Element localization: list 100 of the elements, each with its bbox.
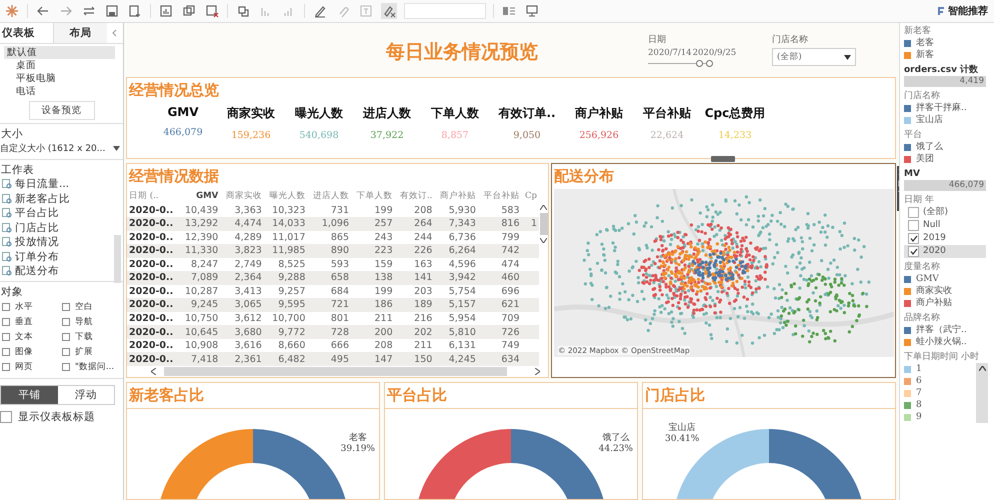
table-cell: 9,245: [180, 298, 220, 312]
chart-sheet-icon[interactable]: [158, 3, 174, 19]
down-caret-icon[interactable]: [540, 238, 547, 243]
table-cell: 203: [394, 284, 434, 298]
table-cell: 211: [394, 338, 434, 352]
object-item[interactable]: 下载: [75, 330, 93, 344]
clear-sheet-icon[interactable]: [204, 3, 220, 19]
table-cell: 2020-0..: [127, 325, 180, 339]
up-caret-icon[interactable]: [978, 366, 986, 371]
segment-label: 老客: [348, 432, 368, 444]
table-cell: 4,289: [220, 230, 264, 244]
table-cell: 11,985: [264, 244, 308, 258]
device-preview-button[interactable]: 设备预览: [28, 101, 94, 120]
column-header: GMV: [195, 190, 220, 204]
legend-item: 拌客（武宁..: [916, 324, 967, 336]
kpi-label: 进店人数: [363, 105, 411, 122]
checkbox[interactable]: [908, 220, 919, 231]
filter-option[interactable]: (全部): [904, 206, 986, 219]
legend-title: 门店名称: [904, 90, 941, 102]
object-item[interactable]: 文本: [15, 330, 33, 344]
segment-label: 宝山店: [668, 422, 697, 434]
filter-option[interactable]: Null: [904, 219, 986, 232]
scroll-thumb[interactable]: [164, 367, 507, 376]
table-cell: 3,612: [220, 312, 264, 326]
table-cell: 2,364: [220, 271, 264, 285]
layout-mode-tab[interactable]: 浮动: [58, 386, 114, 404]
column-header: Cp: [524, 190, 538, 204]
legend-item: 1: [916, 363, 922, 375]
sheet-item[interactable]: 投放情况: [15, 235, 59, 250]
dropdown-field[interactable]: [404, 3, 486, 19]
table-cell: 6,482: [264, 352, 308, 366]
device-item[interactable]: 默认值: [4, 46, 115, 59]
resize-handle[interactable]: [711, 156, 735, 162]
date-end: 2020/9/25: [692, 48, 736, 58]
vertical-scrollbar[interactable]: [976, 363, 988, 423]
object-item[interactable]: 空白: [75, 300, 93, 314]
device-item[interactable]: 桌面: [4, 59, 115, 72]
layout-mode-tab[interactable]: 平铺: [1, 386, 58, 404]
collapse-icon[interactable]: [111, 29, 119, 37]
segment-percent: 30.41%: [665, 434, 700, 444]
checkbox[interactable]: [908, 246, 919, 257]
filter-option[interactable]: 2020: [904, 245, 986, 258]
asterisk-icon[interactable]: [4, 3, 20, 19]
table-cell: 816: [478, 217, 522, 231]
object-item[interactable]: "数据问...: [75, 360, 114, 374]
up-caret-icon[interactable]: [540, 205, 547, 210]
table-cell: 728: [307, 325, 352, 339]
kpi-label: Cpc总费用: [704, 105, 766, 122]
table-cell: 684: [307, 284, 352, 298]
table-cell: 6,736: [434, 230, 478, 244]
object-item[interactable]: 水平: [15, 300, 33, 314]
table-cell: 10,323: [264, 203, 308, 217]
scroll-thumb[interactable]: [114, 235, 121, 283]
table-cell: 208: [351, 338, 395, 352]
legend-item: 美团: [916, 153, 934, 165]
save-icon[interactable]: [104, 3, 120, 19]
recommend-button[interactable]: 智能推荐: [935, 4, 990, 18]
kpi-value: 37,922: [370, 130, 404, 141]
table-cell: 186: [351, 298, 395, 312]
table-cell: 11,330: [180, 244, 220, 258]
sheet-item[interactable]: 订单分布: [15, 250, 59, 264]
sheet-item[interactable]: 平台占比: [15, 206, 59, 220]
table-cell: 731: [307, 203, 352, 217]
sheet-item[interactable]: 门店占比: [15, 220, 59, 235]
table-cell: 189: [394, 298, 434, 312]
scroll-thumb[interactable]: [540, 213, 548, 235]
table-cell: 138: [351, 271, 395, 285]
table-cell: 460: [478, 271, 522, 285]
new-sheet-icon[interactable]: [127, 3, 143, 19]
pin-clear-icon[interactable]: [381, 3, 397, 19]
table-cell: 8,247: [180, 258, 220, 272]
left-caret-icon[interactable]: [151, 368, 156, 375]
checkbox[interactable]: [908, 207, 919, 218]
sheet-item[interactable]: 配送分布: [15, 264, 59, 278]
table-cell: 10,908: [180, 338, 220, 352]
checkbox[interactable]: [0, 410, 12, 422]
object-item[interactable]: 导航: [75, 314, 93, 328]
sheet-item[interactable]: 每日流量...: [15, 177, 70, 192]
object-item[interactable]: 图像: [15, 344, 33, 358]
table-cell: 9,257: [264, 284, 308, 298]
slider-thumb[interactable]: [696, 60, 704, 67]
checkbox[interactable]: [908, 233, 919, 244]
panel-tab[interactable]: 仪表板: [0, 23, 54, 43]
right-caret-icon[interactable]: [535, 368, 540, 375]
sheet-item[interactable]: 新老客占比: [15, 192, 70, 206]
device-item[interactable]: 平板电脑: [4, 72, 115, 85]
object-item[interactable]: 网页: [15, 360, 33, 374]
device-item[interactable]: 电话: [4, 85, 115, 98]
filter-option[interactable]: 2019: [904, 232, 986, 245]
table-cell: 2020-0..: [127, 312, 180, 326]
object-item[interactable]: 垂直: [15, 314, 33, 328]
slider-thumb[interactable]: [706, 60, 713, 67]
object-item[interactable]: 扩展: [75, 344, 93, 358]
monitor-icon[interactable]: [524, 3, 540, 19]
panel-tab[interactable]: 布局: [54, 23, 107, 43]
kpi-label: 商户补贴: [575, 105, 623, 122]
legend-item: 老客: [916, 37, 934, 49]
table-cell: 1,096: [307, 217, 352, 231]
store-dropdown[interactable]: (全部): [772, 48, 856, 66]
size-dropdown[interactable]: 自定义大小 (1612 x 20...: [0, 141, 123, 160]
